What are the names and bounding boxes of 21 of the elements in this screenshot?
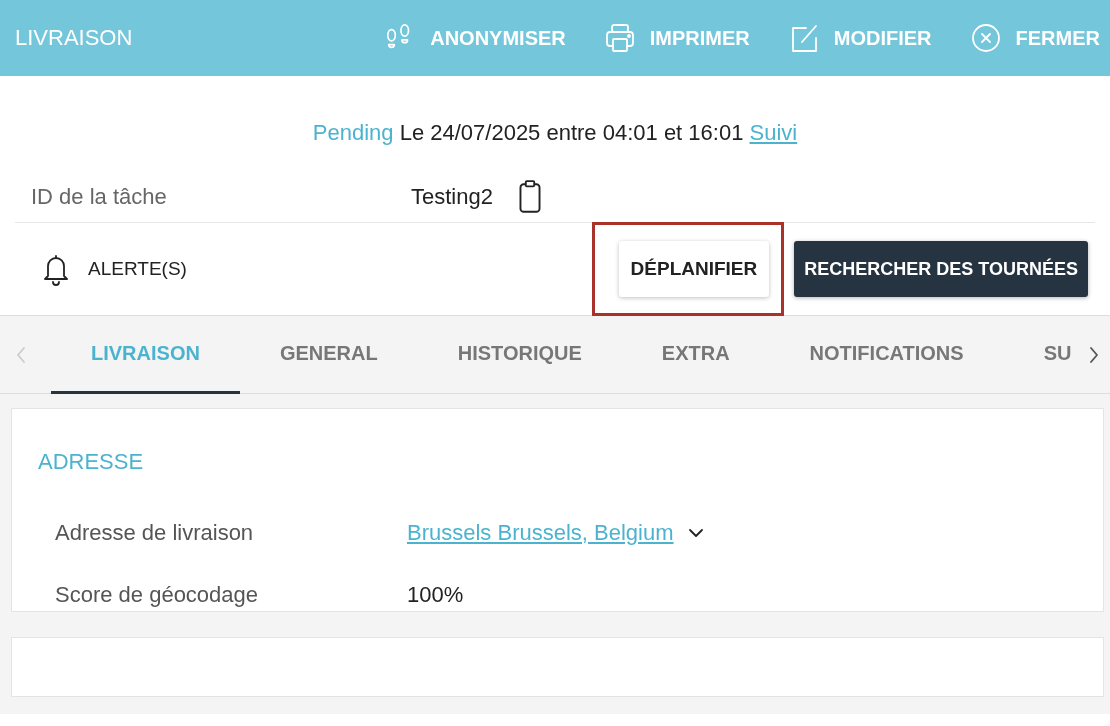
page-title: LIVRAISON [15,25,133,51]
field-label: Score de géocodage [55,582,260,608]
tab[interactable]: EXTRA [621,316,770,394]
field-label: ID de la tâche [31,183,168,210]
section-title: ADRESSE [38,449,145,475]
tab[interactable]: SU [1003,316,1073,394]
search-routes-button[interactable]: RECHERCHER DES TOURNÉES [794,241,1088,297]
chevron-down-icon[interactable] [687,528,704,538]
tab[interactable]: HISTORIQUE [417,316,622,394]
field-value: Testing2 [411,183,493,210]
field-label: Adresse de livraison [55,520,255,546]
unschedule-button[interactable]: DÉPLANIFIER [618,241,770,297]
address-link[interactable]: Brussels Brussels, Belgium [407,520,674,546]
status-sentence: Pending Le 24/07/2025 entre 04:01 et 16:01 Suivi [312,120,798,146]
printer-icon [603,22,636,54]
tab[interactable]: NOTIFICATIONS [769,316,1004,394]
close-icon [969,22,1002,54]
alerts-label: ALERTE(S) [88,258,187,280]
field-value: 100% [407,582,464,608]
tab[interactable]: GENERAL [239,316,418,394]
tracking-link[interactable]: Suivi [749,120,798,145]
